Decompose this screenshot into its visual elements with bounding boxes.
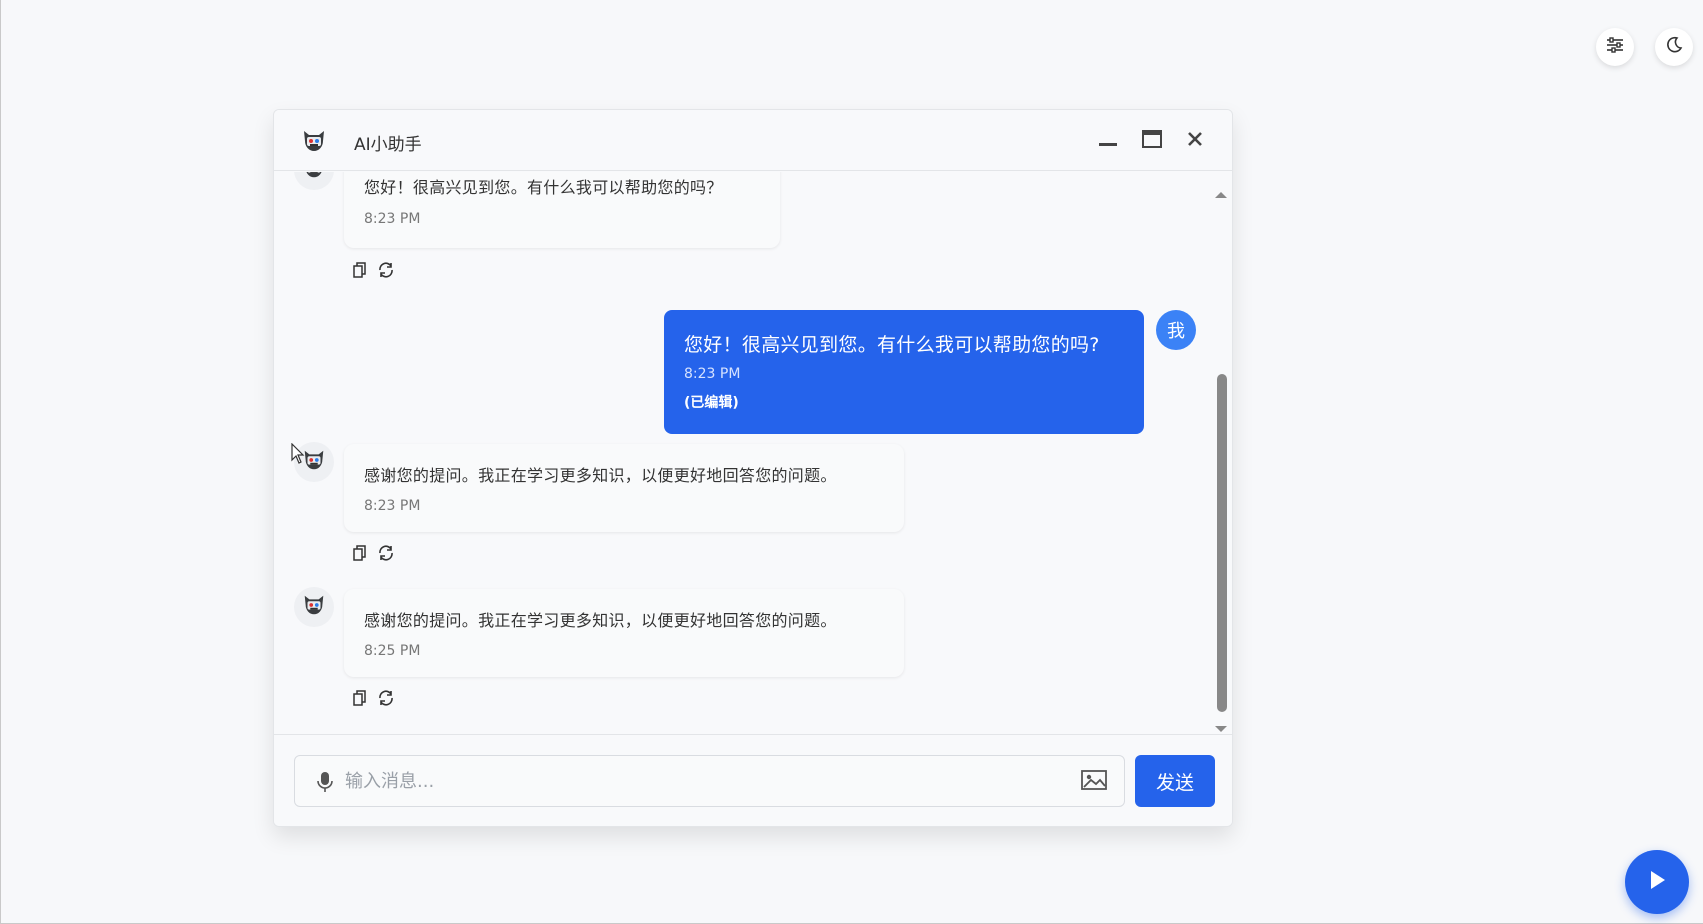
play-icon: [1647, 869, 1667, 895]
message-input-box: [294, 755, 1125, 807]
chat-window: AI小助手 您好！很高兴见到您。有什么我可以帮助您的吗？ 8:23 PM 您好！…: [273, 109, 1233, 827]
window-title: AI小助手: [354, 135, 422, 155]
play-button[interactable]: [1625, 850, 1689, 914]
edited-label: (已编辑): [684, 395, 739, 411]
scrollbar-thumb[interactable]: [1217, 374, 1227, 712]
copy-icon: [353, 545, 367, 565]
minimize-icon: [1098, 129, 1118, 153]
bot-avatar: [294, 172, 334, 190]
refresh-icon: [377, 690, 395, 710]
send-button[interactable]: 发送: [1135, 755, 1215, 807]
message-time: 8:23 PM: [364, 498, 421, 514]
moon-icon: [1665, 36, 1683, 58]
sliders-icon: [1606, 37, 1624, 57]
message-time: 8:23 PM: [364, 211, 421, 227]
message-time: 8:25 PM: [364, 643, 421, 659]
user-message-bubble: 您好！很高兴见到您。有什么我可以帮助您的吗? 8:23 PM (已编辑): [664, 310, 1144, 434]
close-icon: [1187, 131, 1203, 151]
close-button[interactable]: [1182, 128, 1208, 154]
microphone-icon[interactable]: [315, 771, 335, 793]
copy-icon: [353, 262, 367, 282]
user-avatar: 我: [1156, 310, 1196, 350]
image-icon[interactable]: [1081, 769, 1107, 793]
regenerate-button[interactable]: [376, 689, 396, 711]
message-list: 您好！很高兴见到您。有什么我可以帮助您的吗？ 8:23 PM 您好！很高兴见到您…: [274, 172, 1232, 734]
copy-button[interactable]: [350, 689, 370, 711]
robot-avatar-icon: [300, 127, 328, 155]
message-text: 您好！很高兴见到您。有什么我可以帮助您的吗？: [364, 178, 723, 197]
message-time: 8:23 PM: [684, 366, 741, 382]
bot-message-bubble: 您好！很高兴见到您。有什么我可以帮助您的吗？ 8:23 PM: [344, 172, 780, 248]
minimize-button[interactable]: [1095, 128, 1121, 154]
scroll-down-arrow[interactable]: [1214, 718, 1228, 734]
bot-avatar: [294, 587, 334, 627]
robot-avatar-icon: [301, 592, 327, 622]
bot-message-bubble: 感谢您的提问。我正在学习更多知识，以便更好地回答您的问题。 8:23 PM: [344, 444, 904, 532]
robot-avatar-icon: [301, 172, 327, 185]
scroll-up-arrow[interactable]: [1214, 184, 1228, 203]
maximize-button[interactable]: [1139, 128, 1165, 154]
maximize-icon: [1142, 130, 1162, 152]
mouse-cursor-icon: [291, 442, 305, 469]
dark-mode-toggle[interactable]: [1655, 28, 1693, 66]
composer: 发送: [274, 734, 1232, 826]
message-input[interactable]: [345, 756, 1045, 806]
regenerate-button[interactable]: [376, 544, 396, 566]
bot-message-bubble: 感谢您的提问。我正在学习更多知识，以便更好地回答您的问题。 8:25 PM: [344, 589, 904, 677]
message-text: 感谢您的提问。我正在学习更多知识，以便更好地回答您的问题。: [364, 611, 837, 630]
message-text: 感谢您的提问。我正在学习更多知识，以便更好地回答您的问题。: [364, 466, 837, 485]
copy-button[interactable]: [350, 544, 370, 566]
refresh-icon: [377, 262, 395, 282]
copy-button[interactable]: [350, 261, 370, 283]
settings-button[interactable]: [1596, 28, 1634, 66]
message-text: 您好！很高兴见到您。有什么我可以帮助您的吗?: [684, 334, 1100, 356]
regenerate-button[interactable]: [376, 261, 396, 283]
window-titlebar: AI小助手: [274, 110, 1232, 171]
copy-icon: [353, 690, 367, 710]
refresh-icon: [377, 545, 395, 565]
